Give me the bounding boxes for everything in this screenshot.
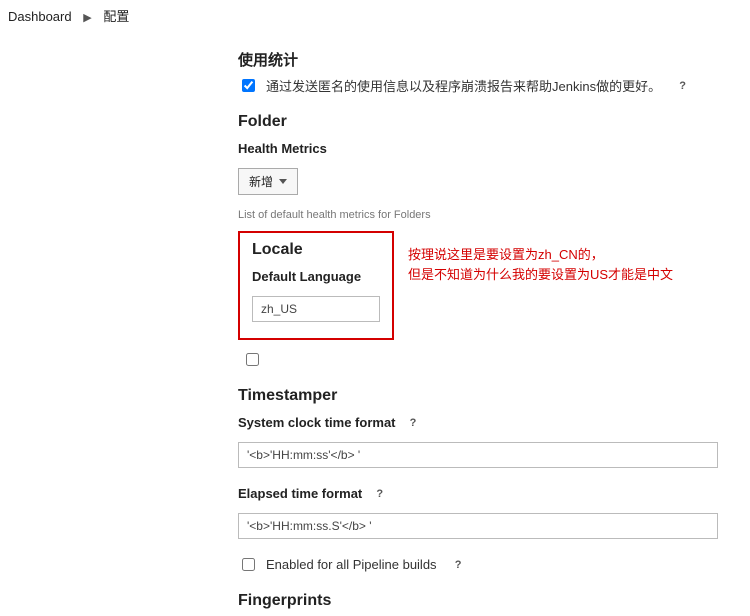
- folder-list-text: List of default health metrics for Folde…: [238, 209, 740, 221]
- help-icon[interactable]: ?: [406, 415, 421, 430]
- locale-ignore-checkbox[interactable]: [246, 353, 259, 366]
- breadcrumb-config[interactable]: 配置: [103, 9, 129, 24]
- annotation-text: 按理说这里是要设置为zh_CN的， 但是不知道为什么我的要设置为US才能是中文: [408, 245, 673, 284]
- timestamper-heading: Timestamper: [238, 387, 740, 405]
- system-clock-label: System clock time format: [238, 415, 396, 430]
- help-icon[interactable]: ?: [451, 557, 466, 572]
- annotation-line2: 但是不知道为什么我的要设置为US才能是中文: [408, 265, 673, 285]
- usage-stats-label: 通过发送匿名的使用信息以及程序崩溃报告来帮助Jenkins做的更好。: [266, 76, 661, 95]
- usage-stats-heading: 使用统计: [238, 49, 740, 70]
- help-icon[interactable]: ?: [675, 78, 690, 93]
- caret-down-icon: [279, 179, 287, 184]
- fingerprints-heading: Fingerprints: [238, 592, 740, 610]
- breadcrumb: Dashboard ▶ 配置: [0, 0, 750, 31]
- elapsed-time-label: Elapsed time format: [238, 486, 362, 501]
- pipeline-enabled-checkbox[interactable]: [242, 558, 255, 571]
- usage-stats-checkbox[interactable]: [242, 79, 255, 92]
- add-button-label: 新增: [249, 173, 273, 190]
- default-language-input[interactable]: [252, 296, 380, 322]
- default-language-label: Default Language: [252, 269, 380, 284]
- health-metrics-label: Health Metrics: [238, 141, 740, 156]
- elapsed-time-input[interactable]: [238, 513, 718, 539]
- add-button[interactable]: 新增: [238, 168, 298, 195]
- pipeline-enabled-label: Enabled for all Pipeline builds: [266, 557, 437, 572]
- help-icon[interactable]: ?: [372, 486, 387, 501]
- main-content: 使用统计 通过发送匿名的使用信息以及程序崩溃报告来帮助Jenkins做的更好。 …: [238, 49, 750, 610]
- folder-heading: Folder: [238, 113, 740, 131]
- system-clock-input[interactable]: [238, 442, 718, 468]
- locale-heading: Locale: [252, 241, 380, 259]
- breadcrumb-dashboard[interactable]: Dashboard: [8, 9, 72, 24]
- chevron-right-icon: ▶: [83, 11, 91, 24]
- locale-section: Locale Default Language: [238, 231, 394, 340]
- annotation-line1: 按理说这里是要设置为zh_CN的，: [408, 245, 673, 265]
